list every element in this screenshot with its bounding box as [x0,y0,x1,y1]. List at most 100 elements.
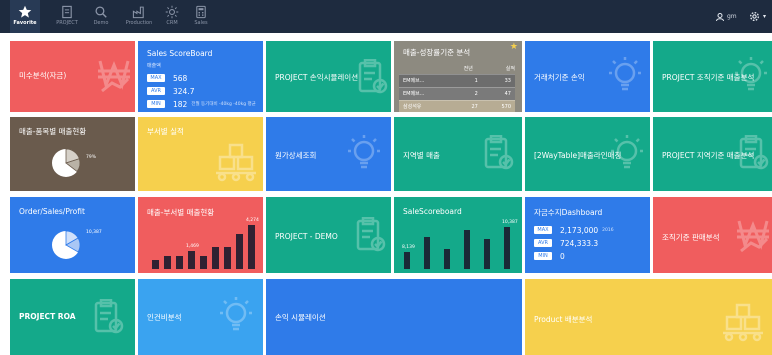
avr-badge: AVR [534,239,552,247]
scoreboard-row: AVR 324.7 [147,85,256,97]
tile-title: 원가상세조회 [275,151,317,160]
tile-project-roa[interactable]: PROJECT ROA [10,279,135,355]
max-value: 568 [173,73,188,83]
tile-title: SaleScoreboard [403,207,462,216]
nav-sales[interactable]: Sales [186,0,216,33]
clipboard-check-icon [356,217,386,252]
table-row[interactable]: EM메브... 1 33 [399,73,515,87]
tile-title: Product 배분분석 [534,315,593,324]
won-chart-icon [98,60,130,93]
chart-bar [424,237,430,269]
clipboard-check-icon [358,59,388,94]
document-icon [62,5,72,19]
tile-order-sales-profit[interactable]: Order/Sales/Profit 10,387 [10,197,135,273]
bar-value-label: 1,469 [186,244,199,249]
user-icon [716,12,724,21]
scoreboard-rows: MAX 568 AVR 324.7 MIN 182 전월 동기대비 -40kg -40k… [147,72,256,111]
tile-project-demo[interactable]: PROJECT - DEMO [266,197,391,273]
nav-label: Sales [194,20,208,26]
tile-fund-dashboard[interactable]: 자금수지Dashboard MAX 2,173,000 2016 AVR 724,33… [525,197,650,273]
min-badge: MIN [534,252,552,260]
ranking-table: 전년 실적 EM메브... 1 33 EM메브... 2 47 삼성석유 27 570 [399,63,515,112]
scoreboard-row: MIN 182 전월 동기대비 -40kg -40kg 평균 [147,98,256,110]
tile-growth-rate-analysis[interactable]: 매출-성장률기준 분석 ★ 전년 실적 EM메브... 1 33 EM메브... 2 4… [394,41,522,112]
lightbulb-icon [348,135,380,169]
tile-client-pl[interactable]: 거래처기준 손익 [525,41,650,112]
max-note: 2016 [602,227,614,233]
tile-labor-cost[interactable]: 인건비분석 [138,279,263,355]
min-value: 182 [173,99,188,109]
tile-title: Sales ScoreBoard [147,49,213,58]
tile-org-sales-analysis[interactable]: 조직기준 판매분석 [653,197,772,273]
chart-bar [188,251,195,269]
nav-demo[interactable]: Demo [86,0,116,33]
lightbulb-icon [611,135,643,169]
tile-cost-detail[interactable]: 원가상세조회 [266,117,391,191]
settings-caret-icon: ▾ [763,13,767,20]
row-value-b: 33 [481,73,515,87]
tile-regional-sales[interactable]: 지역별 매출 [394,117,522,191]
max-badge: MAX [147,74,165,82]
search-icon [95,6,107,18]
table-row[interactable]: 삼성석유 27 570 [399,99,515,112]
chart-bar [152,260,159,269]
fund-row: AVR 724,333.3 [534,237,614,249]
row-name: EM메브... [399,73,455,87]
top-navigation-bar: Favorite PROJECT Demo Production CRM Sal… [0,0,772,33]
tile-dept-performance[interactable]: 부서별 실적 [138,117,263,191]
chart-bar [484,239,490,269]
lightbulb-icon [609,57,641,91]
chart-bar [200,256,207,269]
tile-dept-sales[interactable]: 매출-부서별 매출현황 1,469 4,274 [138,197,263,273]
tile-sale-scoreboard[interactable]: SaleScoreboard 8,139 10,387 [394,197,522,273]
settings-button[interactable]: ▾ [749,0,766,33]
row-value-a: 1 [454,73,482,87]
tile-title: 매출-품목별 매출현황 [19,127,87,136]
tile-title: PROJECT - DEMO [275,232,338,241]
table-header: 실적 [505,65,515,72]
tile-pl-simulation[interactable]: 손익 시뮬레이션 [266,279,522,355]
bar-value-label: 8,139 [402,245,415,250]
user-menu[interactable]: gm [715,0,737,33]
scoreboard-row: MAX 568 [147,72,256,84]
chart-bar [164,256,171,269]
tile-2way-table[interactable]: [2WayTable]매출라인매칭 [525,117,650,191]
nav-crm[interactable]: CRM [157,0,187,33]
lightbulb-icon [220,297,252,331]
tile-project-pl-simulation[interactable]: PROJECT 손익시뮬레이션 [266,41,391,112]
fund-row: MAX 2,173,000 2016 [534,224,614,236]
tile-title: PROJECT 손익시뮬레이션 [275,73,359,82]
sun-icon [165,5,179,19]
avr-value: 324.7 [173,86,195,96]
chart-bar [464,230,470,269]
row-name: EM메브... [399,86,455,100]
tile-project-org-sales[interactable]: PROJECT 조직기준 매출분석 [653,41,772,112]
nav-favorite[interactable]: Favorite [10,0,40,33]
chart-bar [224,247,231,269]
clipboard-check-icon [94,299,124,334]
tile-title: 매출-성장률기준 분석 [403,48,471,57]
tile-item-sales[interactable]: 매출-품목별 매출현황 79% [10,117,135,191]
nav-project[interactable]: PROJECT [52,0,82,33]
bar-value-label: 4,274 [246,218,259,223]
row-value-a: 2 [454,86,482,100]
tile-sales-scoreboard[interactable]: Sales ScoreBoard 매출액 MAX 568 AVR 324.7 MIN… [138,41,263,112]
row-value-b: 47 [481,86,515,100]
table-row[interactable]: EM메브... 2 47 [399,86,515,100]
tile-project-regional-sales[interactable]: PROJECT 지역기준 매출분석 [653,117,772,191]
tile-receivables-analysis[interactable]: 미수분석(자금) [10,41,135,112]
favorite-star-icon[interactable]: ★ [510,42,518,52]
min-note: 전월 동기대비 -40kg -40kg 평균 [191,102,256,107]
won-chart-icon [737,220,769,253]
nav-production[interactable]: Production [121,0,157,33]
tile-product-allocation[interactable]: Product 배분분석 [525,279,772,355]
conveyor-icon [216,143,256,182]
chart-bar [504,227,510,269]
chart-bar [212,247,219,269]
avr-badge: AVR [147,87,165,95]
row-value-a: 27 [454,99,482,112]
user-name: gm [727,13,737,20]
nav-label: Favorite [13,20,37,26]
fund-row: MIN 0 [534,250,614,262]
star-icon [18,5,32,18]
